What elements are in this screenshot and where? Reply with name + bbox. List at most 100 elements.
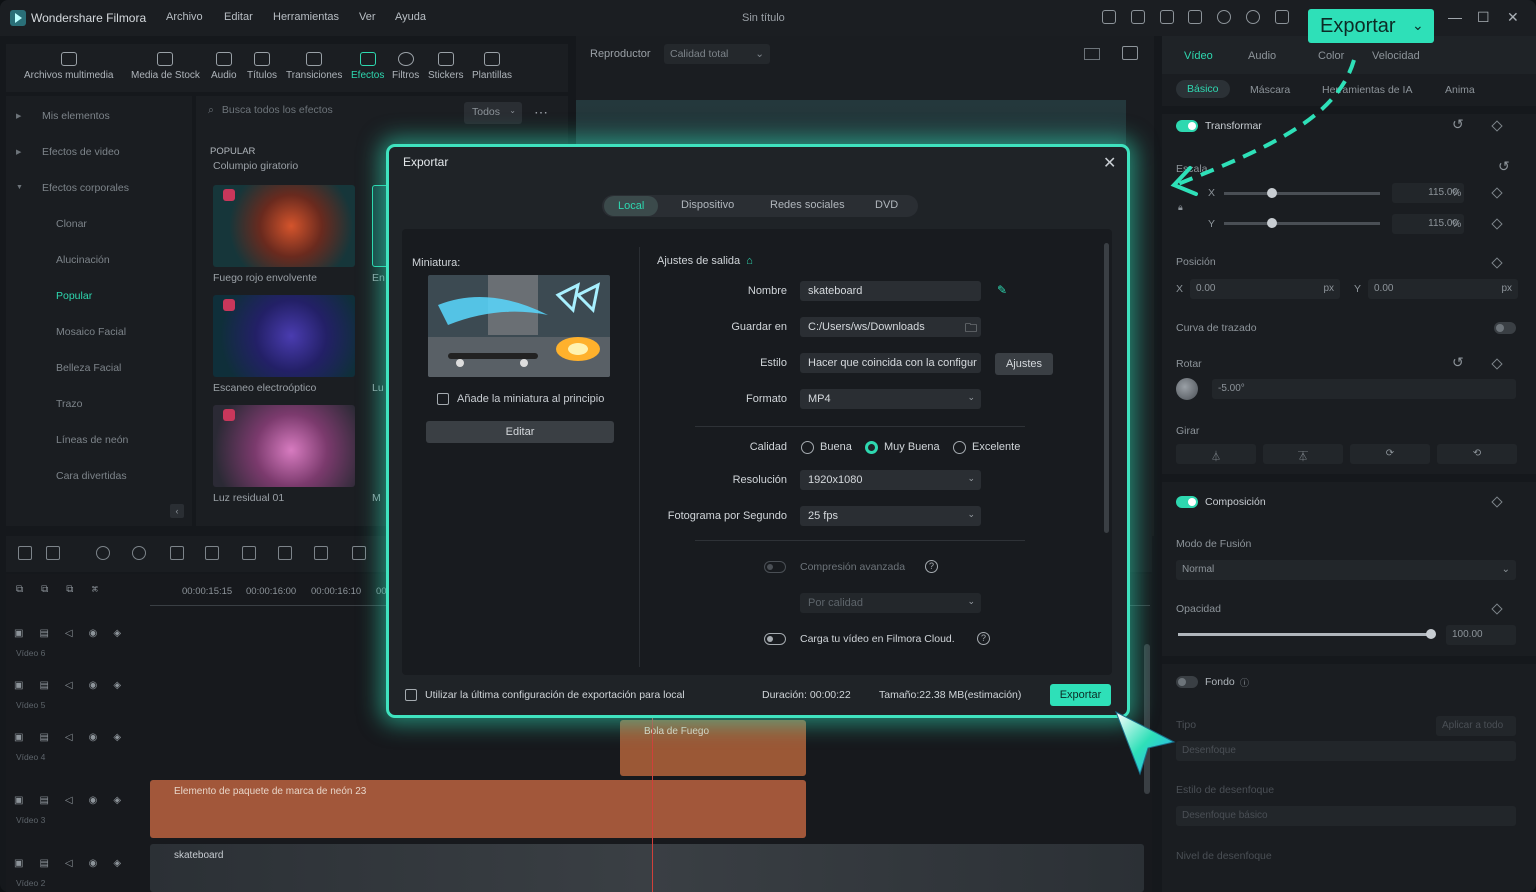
clip-skateboard[interactable]: skateboard [150, 844, 1144, 892]
subtab-animacion[interactable]: Anima [1445, 84, 1475, 96]
advanced-compression-toggle[interactable] [764, 561, 786, 573]
monitor-icon[interactable] [1160, 10, 1174, 24]
rotar-input[interactable]: -5.00° [1212, 379, 1516, 399]
close-window-icon[interactable]: ✕ [1507, 9, 1519, 26]
menu-archivo[interactable]: Archivo [166, 11, 203, 23]
layout-icon[interactable] [18, 546, 32, 560]
rotation-dial[interactable] [1176, 378, 1198, 400]
blur-style-select[interactable]: Desenfoque básico [1176, 806, 1516, 826]
graduation-cap-icon[interactable]: ⌂ [746, 255, 753, 267]
close-icon[interactable]: ✕ [1103, 153, 1116, 173]
sidebar-item-trazo[interactable]: Trazo [56, 398, 82, 410]
keyframe-icon[interactable] [1491, 496, 1503, 508]
filter-dropdown[interactable]: Todos ⌄ [464, 102, 522, 124]
redo-icon[interactable] [132, 546, 146, 560]
delete-icon[interactable] [170, 546, 184, 560]
tab-redes-sociales[interactable]: Redes sociales [770, 199, 845, 211]
composicion-toggle[interactable] [1176, 496, 1198, 508]
dialog-export-button[interactable]: Exportar [1050, 684, 1111, 706]
keyframe-icon[interactable] [1491, 187, 1503, 199]
menu-ayuda[interactable]: Ayuda [395, 11, 426, 23]
undo-icon[interactable] [96, 546, 110, 560]
keyframe-icon[interactable] [1491, 603, 1503, 615]
scale-y-slider[interactable] [1224, 218, 1380, 228]
menu-ver[interactable]: Ver [359, 11, 376, 23]
timeline-track-tools[interactable]: ⧉⧉⧉⌘ [16, 584, 126, 598]
track-controls[interactable]: ▣▤◁◉◈ [14, 858, 137, 869]
slider-knob[interactable] [1426, 629, 1436, 639]
sidebar-item-lineas-neon[interactable]: Líneas de neón [56, 434, 128, 446]
effect-thumb-fuego[interactable] [213, 185, 355, 267]
pos-y-input[interactable]: 0.00 px [1368, 279, 1518, 299]
effect-thumb-escaneo[interactable] [213, 295, 355, 377]
keyframe-icon[interactable] [1491, 257, 1503, 269]
text-tool-icon[interactable] [314, 546, 328, 560]
fondo-toggle[interactable] [1176, 676, 1198, 688]
tab-filtros[interactable]: Filtros [392, 50, 419, 81]
use-last-settings-checkbox[interactable] [405, 689, 417, 701]
motion-icon[interactable] [278, 546, 292, 560]
reset-icon[interactable]: ↺ [1452, 354, 1464, 371]
sidebar-item-efectos-video[interactable]: ▶ Efectos de video [16, 146, 120, 158]
track-controls[interactable]: ▣▤◁◉◈ [14, 628, 137, 639]
help-icon[interactable]: ? [977, 632, 990, 645]
sidebar-item-mis-elementos[interactable]: ▶ Mis elementos [16, 110, 110, 122]
tab-dispositivo[interactable]: Dispositivo [681, 199, 734, 211]
sidebar-item-efectos-corporales[interactable]: ▼ Efectos corporales [16, 182, 129, 194]
quality-radio-excelente[interactable] [953, 441, 966, 454]
thumbnail-preview[interactable] [428, 275, 610, 377]
curva-toggle[interactable] [1494, 322, 1516, 334]
select-tool-icon[interactable] [46, 546, 60, 560]
tab-media-stock[interactable]: Media de Stock [131, 50, 200, 81]
reset-icon[interactable]: ↺ [1498, 158, 1510, 175]
effect-thumb-luz[interactable] [213, 405, 355, 487]
tab-efectos[interactable]: Efectos [351, 50, 384, 81]
sidebar-item-popular[interactable]: Popular [56, 290, 92, 302]
fps-select[interactable]: 25 fps ⌄ [800, 506, 981, 526]
more-tools-icon[interactable] [352, 546, 366, 560]
track-controls[interactable]: ▣▤◁◉◈ [14, 680, 137, 691]
sidebar-item-mosaico-facial[interactable]: Mosaico Facial [56, 326, 126, 338]
tab-audio[interactable]: Audio [211, 50, 237, 81]
tab-plantillas[interactable]: Plantillas [472, 50, 512, 81]
tab-titulos[interactable]: Títulos [247, 50, 277, 81]
cloud-icon[interactable] [1217, 10, 1231, 24]
tab-local[interactable]: Local [604, 196, 659, 216]
quality-radio-buena[interactable] [801, 441, 814, 454]
collapse-sidebar-icon[interactable]: ‹ [170, 504, 184, 518]
quality-radio-muy-buena[interactable] [865, 441, 878, 454]
help-icon[interactable]: ⓘ [1240, 676, 1249, 689]
pos-x-input[interactable]: 0.00 px [1190, 279, 1340, 299]
style-select[interactable]: Hacer que coincida con la configur ⌄ [800, 353, 981, 373]
sidebar-item-clonar[interactable]: Clonar [56, 218, 87, 230]
settings-button[interactable]: Ajustes [995, 353, 1053, 375]
opacity-slider[interactable] [1178, 629, 1436, 639]
sidebar-item-alucinacion[interactable]: Alucinación [56, 254, 110, 266]
menu-editar[interactable]: Editar [224, 11, 253, 23]
split-icon[interactable] [205, 546, 219, 560]
edit-thumbnail-button[interactable]: Editar [426, 421, 614, 443]
clip-bola-fuego[interactable]: Bola de Fuego [620, 720, 806, 776]
sidebar-item-belleza-facial[interactable]: Belleza Facial [56, 362, 121, 374]
compare-view-icon[interactable] [1084, 48, 1100, 60]
save-path-input[interactable]: C:/Users/ws/Downloads 🗀 [800, 317, 981, 337]
keyframe-icon[interactable] [1491, 358, 1503, 370]
ai-rename-icon[interactable]: ✎ [997, 283, 1007, 297]
add-thumbnail-checkbox[interactable] [437, 393, 449, 405]
apply-all-button[interactable]: Aplicar a todo [1436, 716, 1516, 736]
blend-mode-select[interactable]: Normal ⌄ [1176, 560, 1516, 580]
cloud-upload-toggle[interactable] [764, 633, 786, 645]
blur-type-select[interactable]: Desenfoque [1176, 741, 1516, 761]
tab-archivos-multimedia[interactable]: Archivos multimedia [24, 50, 113, 81]
headset-icon[interactable] [1246, 10, 1260, 24]
rotate-right-icon[interactable]: ⟳ [1350, 444, 1430, 464]
dialog-scrollbar[interactable] [1104, 243, 1109, 533]
tab-transiciones[interactable]: Transiciones [286, 50, 342, 81]
crop-icon[interactable] [242, 546, 256, 560]
help-icon[interactable]: ? [925, 560, 938, 573]
sidebar-item-cara-divertidas[interactable]: Cara divertidas [56, 470, 127, 482]
tab-stickers[interactable]: Stickers [428, 50, 464, 81]
flip-vertical-icon[interactable]: ⏄ [1263, 444, 1343, 464]
rotate-left-icon[interactable]: ⟲ [1437, 444, 1517, 464]
more-options-icon[interactable]: ⋯ [534, 104, 548, 121]
